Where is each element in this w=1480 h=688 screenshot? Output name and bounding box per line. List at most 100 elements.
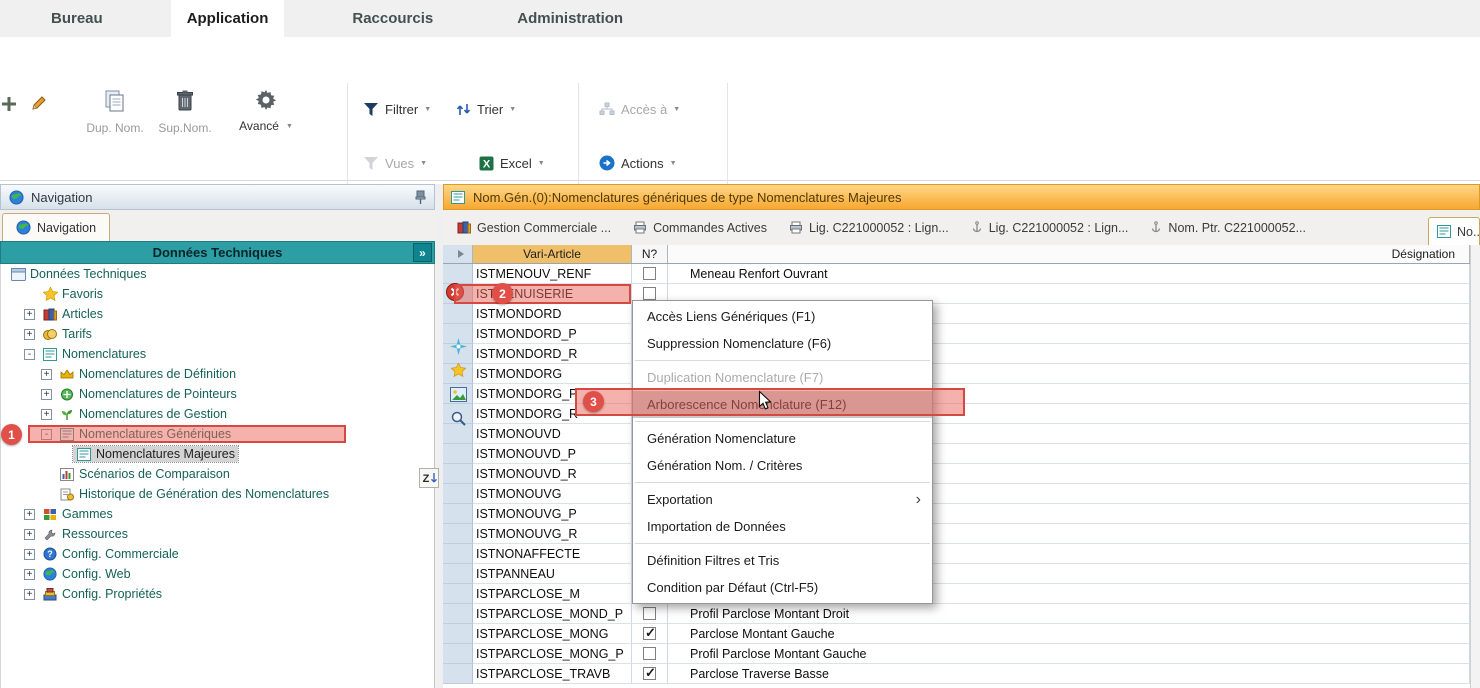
suppress-nomenclature-button[interactable]: Sup.Nom. xyxy=(150,89,220,135)
sort-button[interactable]: Trier ▼ xyxy=(456,97,516,121)
vari-article-cell[interactable]: ISTPARCLOSE_TRAVB xyxy=(473,664,632,684)
navigation-tab[interactable]: Navigation xyxy=(2,213,110,241)
search-tool-button[interactable] xyxy=(447,407,469,429)
column-header-designation[interactable]: Désignation xyxy=(668,245,1470,263)
context-menu-item[interactable]: Duplication Nomenclature (F7) xyxy=(633,364,932,391)
tree-item[interactable]: +Nomenclatures de Définition xyxy=(1,364,434,384)
vari-article-cell[interactable]: ISTPARCLOSE_MONG xyxy=(473,624,632,644)
document-tab[interactable]: Nom. Ptr. C221000052... xyxy=(1139,210,1317,245)
tree-item[interactable]: +Config. Web xyxy=(1,564,434,584)
row-selector[interactable] xyxy=(443,584,473,604)
context-menu-item[interactable]: Importation de Données xyxy=(633,513,932,540)
vari-article-cell[interactable]: ISTMONOUVG xyxy=(473,484,632,504)
vari-article-cell[interactable]: ISTMONDORD xyxy=(473,304,632,324)
column-header-vari-article[interactable]: Vari-Article xyxy=(473,245,632,263)
vari-article-cell[interactable]: ISTMONOUVD xyxy=(473,424,632,444)
vari-article-cell[interactable]: ISTPARCLOSE_MONG_P xyxy=(473,644,632,664)
row-selector[interactable] xyxy=(443,464,473,484)
select-all-corner-cell[interactable] xyxy=(443,245,473,263)
sort-z-tool-button[interactable]: Z xyxy=(418,467,440,489)
designation-cell[interactable]: Parclose Montant Gauche xyxy=(668,624,1470,644)
views-button[interactable]: Vues ▼ xyxy=(363,151,427,175)
context-menu-item[interactable]: Définition Filtres et Tris xyxy=(633,547,932,574)
vari-article-cell[interactable]: ISTPARCLOSE_MOND_P xyxy=(473,604,632,624)
advanced-button[interactable]: Avancé▼ xyxy=(222,89,310,133)
edit-button[interactable] xyxy=(26,89,52,115)
document-tab[interactable]: No... xyxy=(1428,217,1480,245)
vari-article-cell[interactable]: ISTMONOUVG_P xyxy=(473,504,632,524)
row-checkbox[interactable] xyxy=(643,607,656,620)
image-tool-button[interactable] xyxy=(447,383,469,405)
context-menu-item[interactable]: Accès Liens Génériques (F1) xyxy=(633,303,932,330)
tree-item[interactable]: Scénarios de Comparaison xyxy=(1,464,434,484)
tree-expander[interactable]: + xyxy=(24,529,35,540)
sparkle-tool-button[interactable] xyxy=(447,335,469,357)
collapse-panel-button[interactable]: » xyxy=(413,243,432,262)
row-selector[interactable] xyxy=(443,644,473,664)
tree-item[interactable]: +Tarifs xyxy=(1,324,434,344)
vari-article-cell[interactable]: ISTMONOUVD_P xyxy=(473,444,632,464)
tree-expander[interactable]: + xyxy=(24,589,35,600)
tree-item[interactable]: +Gammes xyxy=(1,504,434,524)
tree-item[interactable]: +Config. Propriétés xyxy=(1,584,434,604)
duplicate-nomenclature-button[interactable]: Dup. Nom. xyxy=(80,89,150,135)
vari-article-cell[interactable]: ISTMONOUVG_R xyxy=(473,524,632,544)
document-tab[interactable]: Lig. C221000052 : Lign... xyxy=(960,210,1140,245)
tree-expander[interactable]: + xyxy=(41,409,52,420)
vari-article-cell[interactable]: ISTPANNEAU xyxy=(473,564,632,584)
context-menu-item[interactable]: Exportation› xyxy=(633,486,932,513)
designation-cell[interactable]: Profil Parclose Montant Gauche xyxy=(668,644,1470,664)
context-menu-item[interactable]: Condition par Défaut (Ctrl-F5) xyxy=(633,574,932,601)
row-selector[interactable] xyxy=(443,484,473,504)
window-tab-administration[interactable]: Administration xyxy=(501,0,639,37)
document-tab[interactable]: Commandes Actives xyxy=(622,210,778,245)
row-selector[interactable] xyxy=(443,304,473,324)
vertical-scrollbar[interactable] xyxy=(1470,245,1480,688)
row-selector[interactable] xyxy=(443,624,473,644)
context-menu-item[interactable]: Suppression Nomenclature (F6) xyxy=(633,330,932,357)
row-checkbox[interactable] xyxy=(643,287,656,300)
row-selector[interactable] xyxy=(443,604,473,624)
row-checkbox[interactable] xyxy=(643,647,656,660)
tree-item[interactable]: Favoris xyxy=(1,284,434,304)
row-selector[interactable] xyxy=(443,444,473,464)
tree-expander[interactable]: + xyxy=(24,549,35,560)
row-checkbox[interactable] xyxy=(643,627,656,640)
tree-item[interactable]: -Nomenclatures xyxy=(1,344,434,364)
panel-splitter[interactable] xyxy=(435,184,443,688)
document-tab[interactable]: Gestion Commerciale ... xyxy=(446,210,622,245)
document-tab[interactable]: Lig. C221000052 : Lign... xyxy=(778,210,960,245)
star-tool-button[interactable] xyxy=(447,359,469,381)
tree-item[interactable]: Historique de Génération des Nomenclatur… xyxy=(1,484,434,504)
vari-article-cell[interactable]: ISTMONOUVD_R xyxy=(473,464,632,484)
tree-expander[interactable]: - xyxy=(24,349,35,360)
vari-article-cell[interactable]: ISTNONAFFECTE xyxy=(473,544,632,564)
row-selector[interactable] xyxy=(443,544,473,564)
row-checkbox[interactable] xyxy=(643,267,656,280)
tree-item[interactable]: +Articles xyxy=(1,304,434,324)
vari-article-cell[interactable]: ISTMENOUV_RENF xyxy=(473,264,632,284)
tree-item[interactable]: +?Config. Commerciale xyxy=(1,544,434,564)
tree-expander[interactable]: + xyxy=(41,389,52,400)
tree-expander[interactable]: + xyxy=(24,309,35,320)
tree-item[interactable]: +Ressources xyxy=(1,524,434,544)
vari-article-cell[interactable]: ISTMONDORG xyxy=(473,364,632,384)
column-header-nq[interactable]: N? xyxy=(632,245,668,263)
context-menu-item[interactable]: Génération Nom. / Critères xyxy=(633,452,932,479)
tree-item[interactable]: Nomenclatures Majeures xyxy=(1,444,434,464)
excel-button[interactable]: X Excel ▼ xyxy=(479,151,545,175)
window-tab-application[interactable]: Application xyxy=(171,0,285,37)
actions-button[interactable]: Actions ▼ xyxy=(599,151,677,175)
tree-expander[interactable]: + xyxy=(24,329,35,340)
access-to-button[interactable]: Accès à ▼ xyxy=(599,97,680,121)
designation-cell[interactable]: Parclose Traverse Basse xyxy=(668,664,1470,684)
row-selector[interactable] xyxy=(443,524,473,544)
tree-expander[interactable]: + xyxy=(24,509,35,520)
window-tab-raccourcis[interactable]: Raccourcis xyxy=(336,0,449,37)
vari-article-cell[interactable]: ISTMONDORD_P xyxy=(473,324,632,344)
designation-cell[interactable]: Meneau Renfort Ouvrant xyxy=(668,264,1470,284)
row-selector[interactable] xyxy=(443,564,473,584)
vari-article-cell[interactable]: ISTPARCLOSE_M xyxy=(473,584,632,604)
tree-item[interactable]: +Nomenclatures de Pointeurs xyxy=(1,384,434,404)
tree-expander[interactable]: + xyxy=(24,569,35,580)
